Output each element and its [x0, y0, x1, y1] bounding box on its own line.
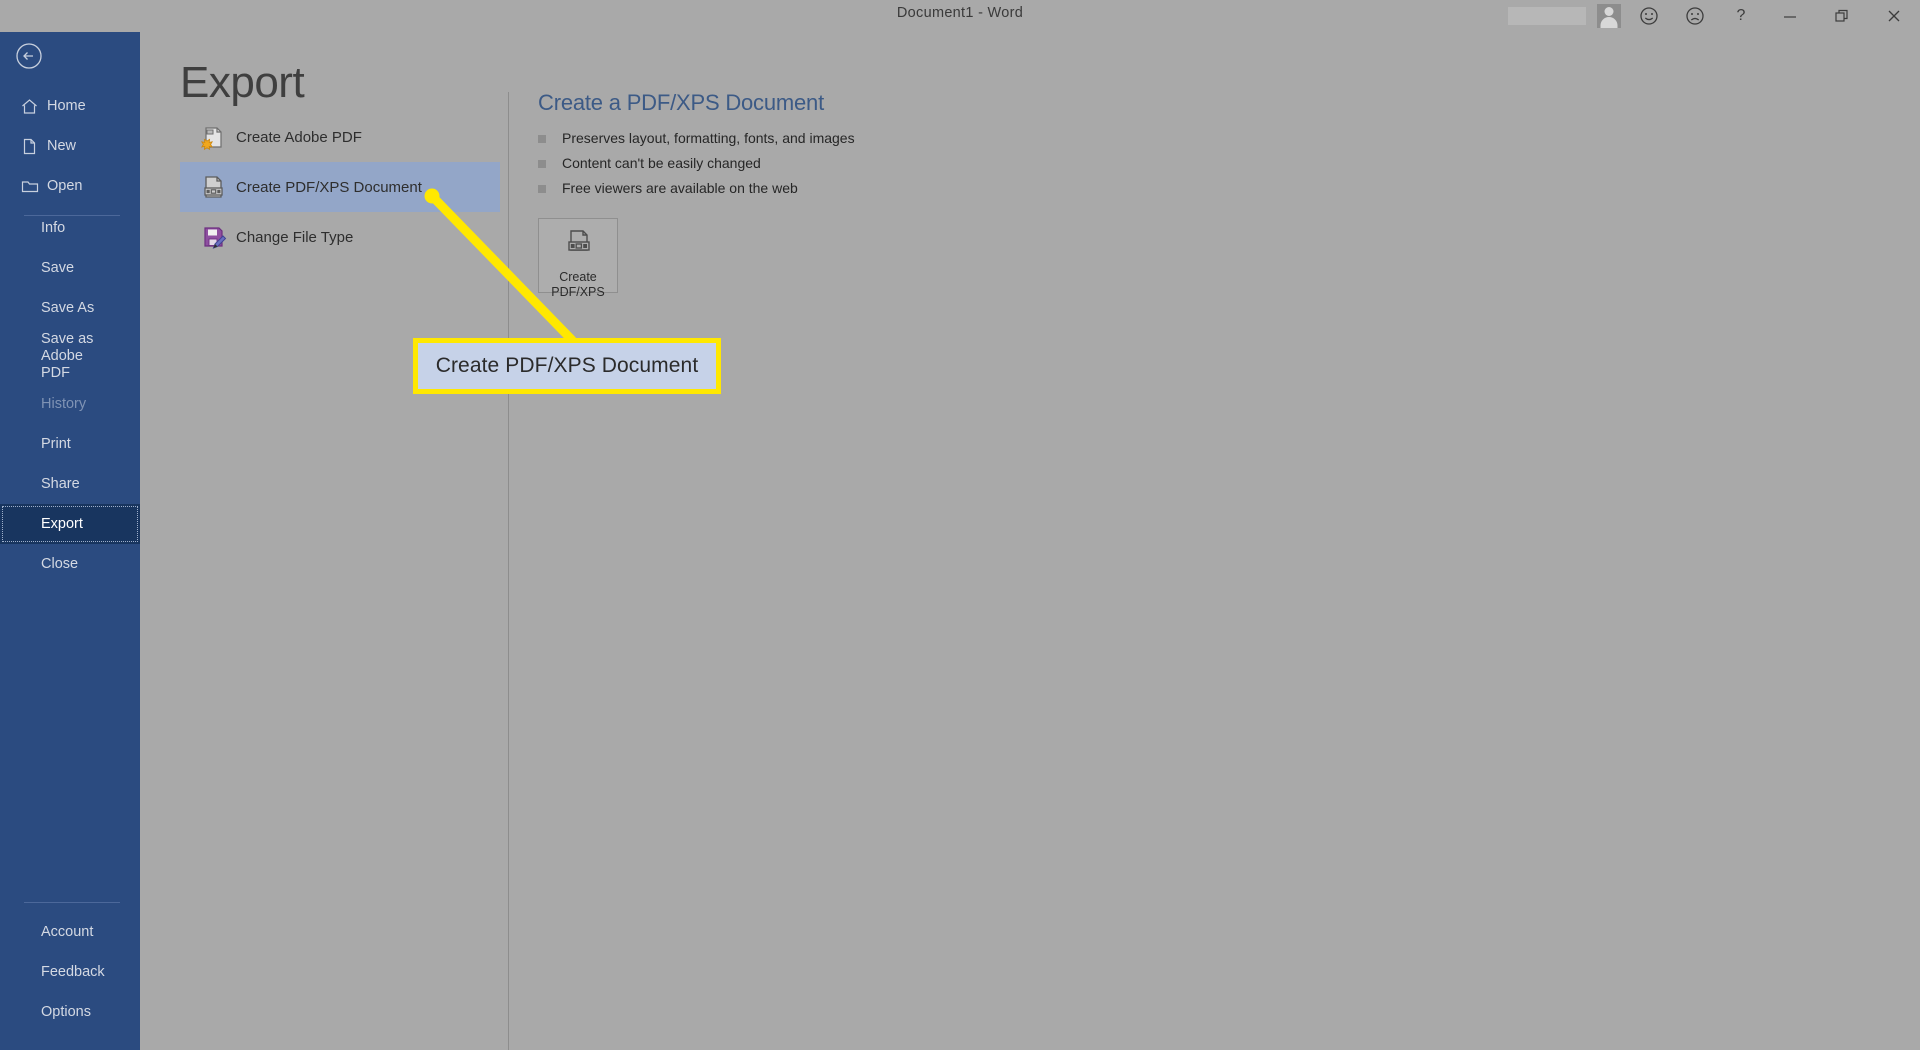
- sidebar-item-save-as-label: Save As: [41, 299, 95, 316]
- annotation-callout-box: Create PDF/XPS Document: [413, 338, 721, 394]
- list-item: Content can't be easily changed: [538, 155, 1238, 171]
- sidebar-item-new-label: New: [47, 138, 77, 154]
- detail-bullet-text: Content can't be easily changed: [562, 155, 761, 171]
- help-icon[interactable]: ?: [1718, 0, 1764, 32]
- sidebar-bottom-group: Account Feedback Options: [0, 893, 140, 1032]
- export-detail-pane: Create a PDF/XPS Document Preserves layo…: [538, 90, 1238, 299]
- sidebar-item-export-label: Export: [41, 515, 83, 532]
- page-title: Export: [180, 58, 305, 107]
- export-backstage-panel: Export Create Adobe PDF Create PDF/XPS D…: [140, 32, 1920, 1050]
- user-avatar[interactable]: [1592, 0, 1626, 32]
- adobe-pdf-icon: [190, 122, 236, 152]
- annotation-callout-text: Create PDF/XPS Document: [435, 354, 699, 377]
- sidebar-item-save-as-adobe-pdf-label: Save as Adobe PDF: [41, 330, 94, 381]
- list-item: Preserves layout, formatting, fonts, and…: [538, 130, 1238, 146]
- close-button[interactable]: [1868, 0, 1920, 32]
- sidebar-item-open[interactable]: Open: [0, 166, 140, 206]
- detail-bullet-text: Preserves layout, formatting, fonts, and…: [562, 130, 855, 146]
- export-option-create-pdf-xps-document-label: Create PDF/XPS Document: [236, 178, 422, 196]
- detail-bullet-list: Preserves layout, formatting, fonts, and…: [538, 130, 1238, 196]
- sidebar-item-history-label: History: [41, 395, 87, 412]
- sidebar-item-close[interactable]: Close: [0, 544, 140, 584]
- sidebar-item-share[interactable]: Share: [0, 464, 140, 504]
- create-pdf-xps-button[interactable]: Create PDF/XPS: [538, 218, 618, 299]
- minimize-button[interactable]: [1764, 0, 1816, 32]
- backstage-sidebar: Home New Open Info Save Save As Save as …: [0, 0, 140, 1050]
- sidebar-item-feedback-label: Feedback: [41, 963, 105, 980]
- change-file-type-icon: [190, 222, 236, 252]
- bullet-square-icon: [538, 135, 546, 143]
- export-option-create-adobe-pdf-label: Create Adobe PDF: [236, 128, 362, 146]
- sidebar-item-save[interactable]: Save: [0, 248, 140, 288]
- sidebar-item-save-as[interactable]: Save As: [0, 288, 140, 328]
- export-option-create-adobe-pdf[interactable]: Create Adobe PDF: [180, 112, 500, 162]
- export-option-change-file-type[interactable]: Change File Type: [180, 212, 500, 262]
- new-document-icon: [21, 138, 43, 155]
- detail-bullet-text: Free viewers are available on the web: [562, 180, 798, 196]
- create-pdf-xps-button-label-line2: PDF/XPS: [551, 285, 605, 299]
- sidebar-item-feedback[interactable]: Feedback: [0, 952, 140, 992]
- sidebar-item-save-as-adobe-pdf[interactable]: Save as Adobe PDF: [0, 328, 140, 384]
- sidebar-item-home[interactable]: Home: [0, 86, 140, 126]
- help-icon-glyph: ?: [1736, 7, 1746, 24]
- sidebar-item-open-label: Open: [47, 178, 83, 194]
- pdf-xps-document-icon: [561, 228, 595, 265]
- account-name-redacted: [1508, 7, 1586, 25]
- sidebar-main-group: Info Save Save As Save as Adobe PDF Hist…: [0, 208, 140, 584]
- sidebar-item-info-label: Info: [41, 219, 66, 236]
- smiley-face-icon[interactable]: [1626, 0, 1672, 32]
- open-folder-icon: [21, 178, 43, 195]
- restore-button[interactable]: [1816, 0, 1868, 32]
- sidebar-item-new[interactable]: New: [0, 126, 140, 166]
- frowny-face-icon[interactable]: [1672, 0, 1718, 32]
- pdf-xps-document-icon: [190, 172, 236, 202]
- create-pdf-xps-button-label-line1: Create: [559, 270, 597, 284]
- sidebar-item-print[interactable]: Print: [0, 424, 140, 464]
- sidebar-item-info[interactable]: Info: [0, 208, 140, 248]
- list-item: Free viewers are available on the web: [538, 180, 1238, 196]
- export-option-change-file-type-label: Change File Type: [236, 228, 354, 246]
- sidebar-item-account-label: Account: [41, 923, 94, 940]
- sidebar-item-export[interactable]: Export: [0, 504, 140, 544]
- export-option-create-pdf-xps-document[interactable]: Create PDF/XPS Document: [180, 162, 500, 212]
- sidebar-item-save-label: Save: [41, 259, 75, 276]
- sidebar-item-home-label: Home: [47, 98, 86, 114]
- home-icon: [21, 98, 43, 115]
- export-options-list: Create Adobe PDF Create PDF/XPS Document: [180, 112, 500, 262]
- sidebar-item-close-label: Close: [41, 555, 79, 572]
- sidebar-item-account[interactable]: Account: [0, 912, 140, 952]
- bullet-square-icon: [538, 185, 546, 193]
- detail-heading: Create a PDF/XPS Document: [538, 90, 825, 115]
- back-button[interactable]: [13, 40, 45, 72]
- bullet-square-icon: [538, 160, 546, 168]
- window-title-bar: Document1 - Word ?: [0, 0, 1920, 32]
- sidebar-item-share-label: Share: [41, 475, 80, 492]
- panel-divider: [508, 92, 509, 1050]
- sidebar-item-options-label: Options: [41, 1003, 91, 1020]
- sidebar-item-print-label: Print: [41, 435, 71, 452]
- sidebar-divider-bottom: [24, 902, 120, 903]
- window-controls: ?: [1508, 0, 1920, 32]
- sidebar-item-history: History: [0, 384, 140, 424]
- sidebar-top-group: Home New Open: [0, 86, 140, 225]
- sidebar-item-options[interactable]: Options: [0, 992, 140, 1032]
